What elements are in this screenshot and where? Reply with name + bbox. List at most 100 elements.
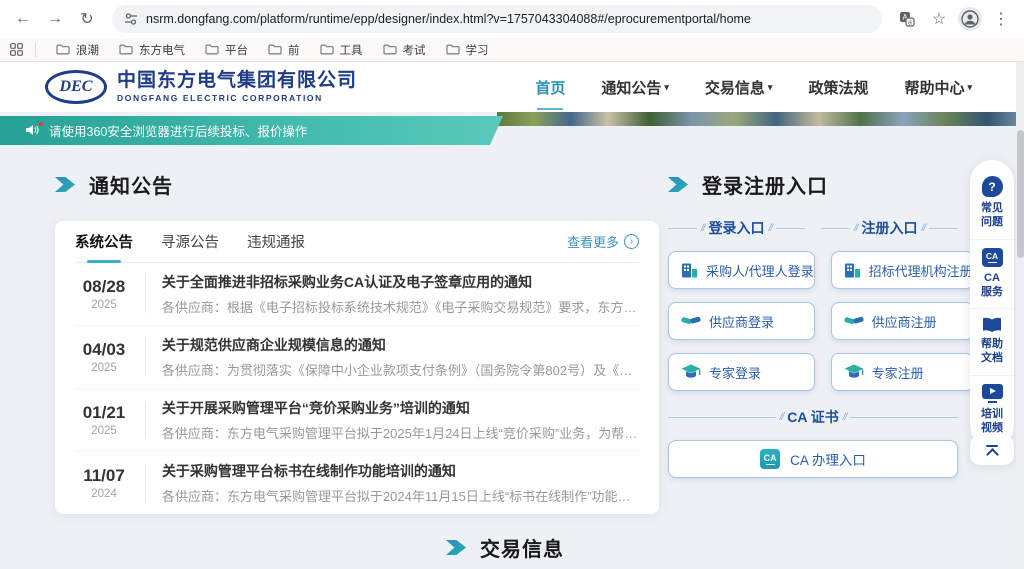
notice-row[interactable]: 08/28 2025 关于全面推进非招标采购业务CA认证及电子签章应用的通知 各… bbox=[75, 263, 639, 326]
bookmark-label: 浪潮 bbox=[76, 42, 99, 58]
notice-summary: 各供应商：根据《电子招标投标系统技术规范》《电子采购交易规范》要求，东方电气采购… bbox=[162, 297, 639, 316]
notice-title[interactable]: 关于全面推进非招标采购业务CA认证及电子签章应用的通知 bbox=[162, 272, 639, 292]
bookmark-folder[interactable]: 学习 bbox=[438, 40, 497, 60]
login-heading: 登录注册入口 bbox=[668, 170, 958, 199]
company-name-en: DONGFANG ELECTRIC CORPORATION bbox=[117, 94, 357, 103]
section-title: 通知公告 bbox=[89, 170, 173, 199]
expert-login-button[interactable]: 专家登录 bbox=[668, 353, 815, 391]
url-text: nsrm.dongfang.com/platform/runtime/epp/d… bbox=[146, 12, 751, 26]
notice-title[interactable]: 关于采购管理平台标书在线制作功能培训的通知 bbox=[162, 461, 639, 481]
ca-certificate-header: // CA 证书 // bbox=[668, 407, 958, 427]
site-header: DEC 中国东方电气集团有限公司 DONGFANG ELECTRIC CORPO… bbox=[0, 62, 1024, 112]
nav-trade-info[interactable]: 交易信息 ▾ bbox=[705, 71, 773, 104]
ca-badge-icon: CA bbox=[760, 449, 780, 469]
expert-register-button[interactable]: 专家注册 bbox=[831, 353, 974, 391]
floating-help-menu: ? 常见问题 CA CA服务 帮助文档 培训视频 bbox=[970, 160, 1014, 448]
nav-policies[interactable]: 政策法规 bbox=[808, 71, 868, 104]
notice-title[interactable]: 关于开展采购管理平台“竞价采购业务”培训的通知 bbox=[162, 398, 639, 418]
translate-icon[interactable]: A a bbox=[894, 6, 920, 32]
bookmark-folder[interactable]: 平台 bbox=[197, 40, 256, 60]
bookmark-label: 学习 bbox=[466, 42, 489, 58]
section-arrow-icon bbox=[55, 176, 75, 193]
notice-date: 04/03 2025 bbox=[75, 340, 133, 374]
nav-home[interactable]: 首页 bbox=[535, 71, 565, 104]
bookmark-folder[interactable]: 前 bbox=[260, 40, 308, 60]
supplier-register-button[interactable]: 供应商注册 bbox=[831, 302, 974, 340]
help-docs-item[interactable]: 帮助文档 bbox=[970, 309, 1014, 376]
chevron-down-icon: ▾ bbox=[664, 82, 669, 93]
chevron-right-icon: › bbox=[624, 234, 639, 249]
back-icon[interactable]: ← bbox=[10, 6, 36, 32]
page-scrollbar[interactable] bbox=[1016, 62, 1024, 569]
forward-icon[interactable]: → bbox=[42, 6, 68, 32]
divider bbox=[145, 338, 146, 376]
bookmark-folder[interactable]: 东方电气 bbox=[111, 40, 193, 60]
notice-row[interactable]: 11/07 2024 关于采购管理平台标书在线制作功能培训的通知 各供应商：东方… bbox=[75, 452, 639, 514]
chevron-down-icon: ▾ bbox=[768, 82, 773, 93]
folder-icon bbox=[320, 44, 334, 55]
divider bbox=[35, 43, 36, 57]
section-title: 交易信息 bbox=[480, 533, 564, 562]
faq-item[interactable]: ? 常见问题 bbox=[970, 168, 1014, 240]
address-bar[interactable]: nsrm.dongfang.com/platform/runtime/epp/d… bbox=[112, 5, 882, 33]
login-panel: // 登录入口 // // 注册入口 // bbox=[668, 218, 958, 478]
notice-title[interactable]: 关于规范供应商企业规模信息的通知 bbox=[162, 335, 639, 355]
view-more-link[interactable]: 查看更多 › bbox=[567, 232, 639, 251]
register-entry-header: // 注册入口 // bbox=[821, 218, 958, 238]
notice-date: 01/21 2025 bbox=[75, 403, 133, 437]
section-arrow-icon bbox=[446, 539, 466, 556]
bookmarks-bar: 浪潮 东方电气 平台 前 工具 考试 学习 bbox=[0, 38, 1024, 62]
collapse-menu-button[interactable] bbox=[970, 435, 1014, 465]
notice-row[interactable]: 01/21 2025 关于开展采购管理平台“竞价采购业务”培训的通知 各供应商：… bbox=[75, 389, 639, 452]
notice-row[interactable]: 04/03 2025 关于规范供应商企业规模信息的通知 各供应商：为贯彻落实《保… bbox=[75, 326, 639, 389]
divider bbox=[145, 401, 146, 439]
folder-icon bbox=[383, 44, 397, 55]
login-register-section: 登录注册入口 // 登录入口 // // 注册入口 // bbox=[668, 170, 958, 478]
folder-icon bbox=[268, 44, 282, 55]
notice-tabs: 系统公告 寻源公告 违规通报 查看更多 › bbox=[75, 221, 639, 263]
nav-help-center[interactable]: 帮助中心 ▾ bbox=[904, 71, 972, 104]
graduation-cap-icon bbox=[681, 364, 701, 380]
bookmark-folder[interactable]: 工具 bbox=[312, 40, 371, 60]
profile-avatar[interactable] bbox=[958, 7, 982, 31]
notice-date: 11/07 2024 bbox=[75, 466, 133, 500]
buyer-agent-login-button[interactable]: 采购人/代理人登录 bbox=[668, 251, 815, 289]
login-entry-header: // 登录入口 // bbox=[668, 218, 805, 238]
tab-violation-reports[interactable]: 违规通报 bbox=[247, 220, 305, 263]
folder-icon bbox=[119, 44, 133, 55]
bookmark-star-icon[interactable]: ☆ bbox=[926, 6, 952, 32]
notices-section: 通知公告 系统公告 寻源公告 违规通报 查看更多 › 08/28 2025 关于 bbox=[55, 170, 659, 514]
supplier-login-button[interactable]: 供应商登录 bbox=[668, 302, 815, 340]
nav-notices[interactable]: 通知公告 ▾ bbox=[601, 71, 669, 104]
ca-service-item[interactable]: CA CA服务 bbox=[970, 240, 1014, 310]
ca-apply-button[interactable]: CA CA 办理入口 bbox=[668, 440, 958, 478]
bookmark-folder[interactable]: 浪潮 bbox=[48, 40, 107, 60]
handshake-icon bbox=[681, 314, 701, 329]
ca-icon: CA bbox=[982, 248, 1003, 267]
tab-sourcing-notices[interactable]: 寻源公告 bbox=[161, 220, 219, 263]
notice-summary: 各供应商：东方电气采购管理平台拟于2024年11月15日上线“标书在线制作”功能… bbox=[162, 486, 639, 505]
main-nav: 首页 通知公告 ▾ 交易信息 ▾ 政策法规 帮助中心 ▾ bbox=[535, 71, 972, 104]
refresh-icon[interactable]: ↻ bbox=[74, 6, 100, 32]
notice-summary: 各供应商：东方电气采购管理平台拟于2025年1月24日上线“竞价采购”业务，为帮… bbox=[162, 423, 639, 442]
bookmark-folder[interactable]: 考试 bbox=[375, 40, 434, 60]
notice-summary: 各供应商：为贯彻落实《保障中小企业款项支付条例》（国务院令第802号）及《中小企… bbox=[162, 360, 639, 379]
trade-info-heading: 交易信息 bbox=[0, 533, 1010, 562]
folder-icon bbox=[56, 44, 70, 55]
notices-card: 系统公告 寻源公告 违规通报 查看更多 › 08/28 2025 关于全面推进非… bbox=[55, 221, 659, 514]
browser-toolbar: ← → ↻ nsrm.dongfang.com/platform/runtime… bbox=[0, 0, 1024, 38]
menu-kebab-icon[interactable]: ⋮ bbox=[988, 6, 1014, 32]
site-settings-icon bbox=[124, 12, 138, 26]
building-icon bbox=[844, 262, 861, 279]
bidding-agency-register-button[interactable]: 招标代理机构注册 bbox=[831, 251, 974, 289]
section-title: 登录注册入口 bbox=[702, 170, 828, 199]
scrollbar-thumb[interactable] bbox=[1017, 130, 1024, 258]
bookmark-label: 前 bbox=[288, 42, 300, 58]
announcement-ribbon: 请使用360安全浏览器进行后续投标、报价操作 bbox=[0, 116, 503, 145]
notification-dot bbox=[39, 122, 43, 126]
banner-photo bbox=[497, 112, 1024, 126]
page: DEC 中国东方电气集团有限公司 DONGFANG ELECTRIC CORPO… bbox=[0, 62, 1024, 569]
video-icon bbox=[982, 384, 1003, 399]
tab-system-notices[interactable]: 系统公告 bbox=[75, 220, 133, 263]
apps-grid-icon[interactable] bbox=[10, 43, 23, 56]
